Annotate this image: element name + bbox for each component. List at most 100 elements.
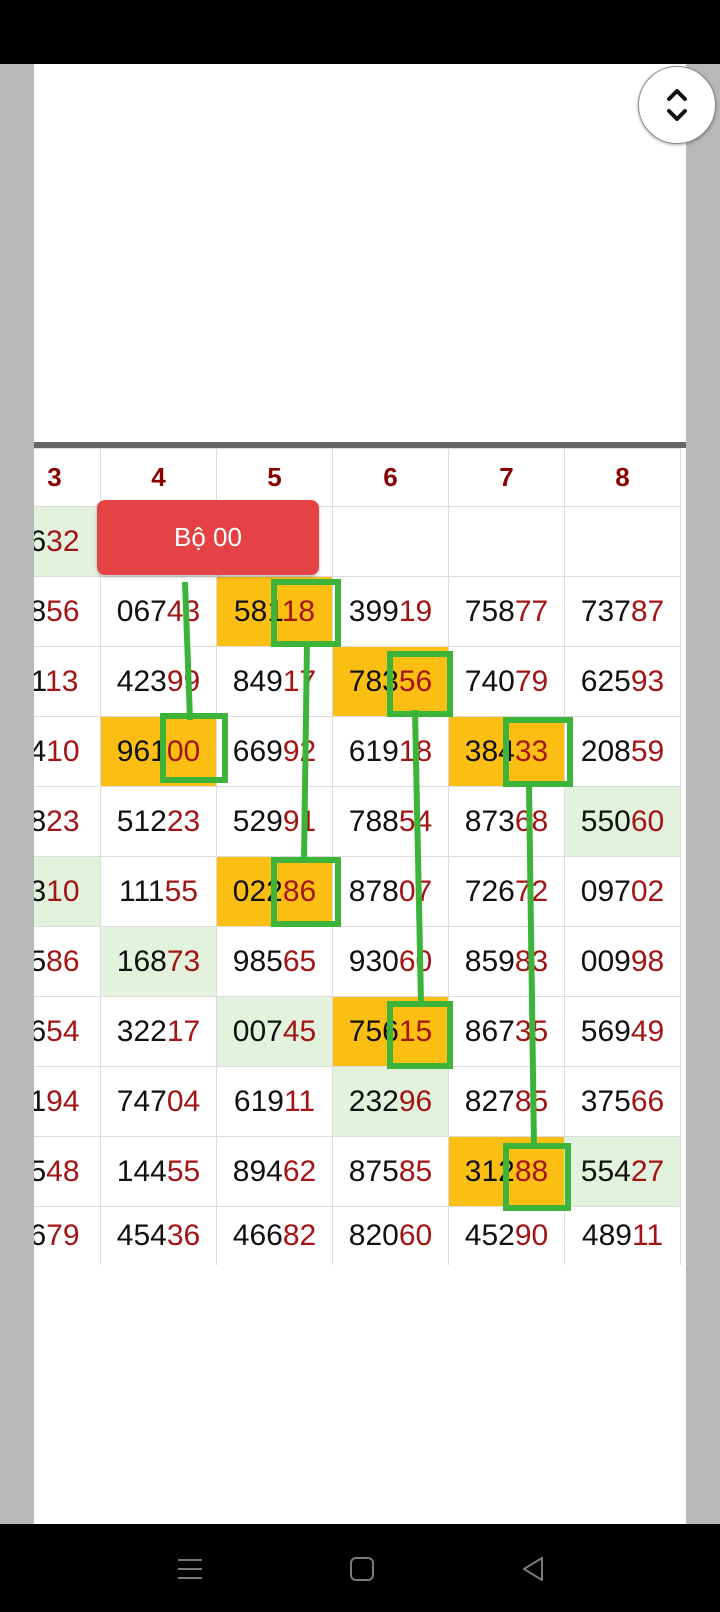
number-head: 3 xyxy=(34,875,46,908)
number-head: 875 xyxy=(348,1154,399,1188)
number-cell[interactable]: 86735 xyxy=(448,996,565,1067)
number-cell[interactable]: 89462 xyxy=(216,1136,333,1207)
number-head: 747 xyxy=(116,1084,167,1118)
number-cell[interactable]: 78356 xyxy=(332,646,449,717)
number-cell[interactable]: 20859 xyxy=(564,716,681,787)
number-cell[interactable] xyxy=(448,506,565,577)
column-header[interactable]: 8 xyxy=(564,448,681,507)
number-cell[interactable]: 11155 xyxy=(100,856,217,927)
column-header[interactable]: 3 xyxy=(34,448,101,507)
column-header[interactable]: 4 xyxy=(100,448,217,507)
number-cell[interactable]: 856 xyxy=(34,576,101,647)
number-cell[interactable] xyxy=(564,506,681,577)
number-cell[interactable]: 56949 xyxy=(564,996,681,1067)
number-cell[interactable]: 679 xyxy=(34,1206,101,1265)
number-tail: 60 xyxy=(630,804,665,838)
number-head: 009 xyxy=(580,944,631,978)
number-cell[interactable]: 87585 xyxy=(332,1136,449,1207)
number-cell[interactable]: 98565 xyxy=(216,926,333,997)
number-tail: 56 xyxy=(46,594,80,628)
number-tail: 19 xyxy=(398,594,433,628)
nav-menu-button[interactable] xyxy=(160,1542,220,1596)
column-header[interactable]: 6 xyxy=(332,448,449,507)
table-row: 3101115502286878077267209702 xyxy=(34,856,681,927)
number-cell[interactable]: 586 xyxy=(34,926,101,997)
number-cell[interactable]: 58118 xyxy=(216,576,333,647)
table-row: 6543221700745756158673556949 xyxy=(34,996,681,1067)
number-cell[interactable]: 194 xyxy=(34,1066,101,1137)
number-cell[interactable]: 310 xyxy=(34,856,101,927)
number-tail: 48 xyxy=(46,1154,80,1188)
number-tail: 27 xyxy=(630,1154,665,1188)
number-head: 788 xyxy=(348,804,399,838)
square-icon xyxy=(350,1557,374,1581)
bo-group-button[interactable]: Bộ 00 xyxy=(97,500,319,575)
number-tail: 07 xyxy=(398,874,433,908)
number-cell[interactable]: 48911 xyxy=(564,1206,681,1265)
number-cell[interactable]: 654 xyxy=(34,996,101,1067)
number-head: 6 xyxy=(34,1015,46,1048)
number-cell[interactable]: 55427 xyxy=(564,1136,681,1207)
number-cell[interactable]: 93060 xyxy=(332,926,449,997)
number-cell[interactable]: 74704 xyxy=(100,1066,217,1137)
number-cell[interactable]: 62593 xyxy=(564,646,681,717)
number-cell[interactable]: 84917 xyxy=(216,646,333,717)
number-cell[interactable]: 31288 xyxy=(448,1136,565,1207)
status-bar xyxy=(0,0,720,64)
number-cell[interactable]: 87807 xyxy=(332,856,449,927)
nav-back-button[interactable] xyxy=(504,1542,564,1596)
number-cell[interactable]: 66992 xyxy=(216,716,333,787)
number-head: 550 xyxy=(580,804,631,838)
number-cell[interactable]: 45436 xyxy=(100,1206,217,1265)
number-tail: 72 xyxy=(514,874,549,908)
number-cell[interactable]: 72672 xyxy=(448,856,565,927)
number-cell[interactable]: 632 xyxy=(34,506,101,577)
number-cell[interactable] xyxy=(332,506,449,577)
number-cell[interactable]: 23296 xyxy=(332,1066,449,1137)
number-cell[interactable]: 46682 xyxy=(216,1206,333,1265)
number-head: 8 xyxy=(34,805,46,838)
number-cell[interactable]: 38433 xyxy=(448,716,565,787)
number-cell[interactable]: 410 xyxy=(34,716,101,787)
column-header[interactable]: 7 xyxy=(448,448,565,507)
number-cell[interactable]: 52991 xyxy=(216,786,333,857)
number-cell[interactable]: 113 xyxy=(34,646,101,717)
number-cell[interactable]: 823 xyxy=(34,786,101,857)
number-cell[interactable]: 73787 xyxy=(564,576,681,647)
number-cell[interactable]: 75615 xyxy=(332,996,449,1067)
number-cell[interactable]: 82060 xyxy=(332,1206,449,1265)
number-cell[interactable]: 85983 xyxy=(448,926,565,997)
number-head: 5 xyxy=(34,1155,46,1188)
number-cell[interactable]: 00745 xyxy=(216,996,333,1067)
number-cell[interactable]: 82785 xyxy=(448,1066,565,1137)
number-cell[interactable]: 06743 xyxy=(100,576,217,647)
number-cell[interactable]: 61918 xyxy=(332,716,449,787)
number-cell[interactable]: 74079 xyxy=(448,646,565,717)
number-cell[interactable]: 61911 xyxy=(216,1066,333,1137)
number-cell[interactable]: 14455 xyxy=(100,1136,217,1207)
number-cell[interactable]: 39919 xyxy=(332,576,449,647)
number-cell[interactable]: 42399 xyxy=(100,646,217,717)
number-cell[interactable]: 09702 xyxy=(564,856,681,927)
scroll-toggle-button[interactable] xyxy=(638,66,716,144)
number-cell[interactable]: 32217 xyxy=(100,996,217,1067)
number-cell[interactable]: 548 xyxy=(34,1136,101,1207)
number-tail: 96 xyxy=(398,1084,433,1118)
number-cell[interactable]: 00998 xyxy=(564,926,681,997)
column-header[interactable]: 5 xyxy=(216,448,333,507)
number-cell[interactable]: 37566 xyxy=(564,1066,681,1137)
number-cell[interactable]: 02286 xyxy=(216,856,333,927)
number-cell[interactable]: 78854 xyxy=(332,786,449,857)
number-head: 930 xyxy=(348,944,399,978)
number-head: 985 xyxy=(232,944,283,978)
number-cell[interactable]: 96100 xyxy=(100,716,217,787)
number-cell[interactable]: 45290 xyxy=(448,1206,565,1265)
number-cell[interactable]: 75877 xyxy=(448,576,565,647)
nav-home-button[interactable] xyxy=(332,1542,392,1596)
number-tail: 60 xyxy=(398,944,433,978)
number-cell[interactable]: 55060 xyxy=(564,786,681,857)
number-cell[interactable]: 16873 xyxy=(100,926,217,997)
number-cell[interactable]: 51223 xyxy=(100,786,217,857)
table-row: 1134239984917783567407962593 xyxy=(34,646,681,717)
number-cell[interactable]: 87368 xyxy=(448,786,565,857)
